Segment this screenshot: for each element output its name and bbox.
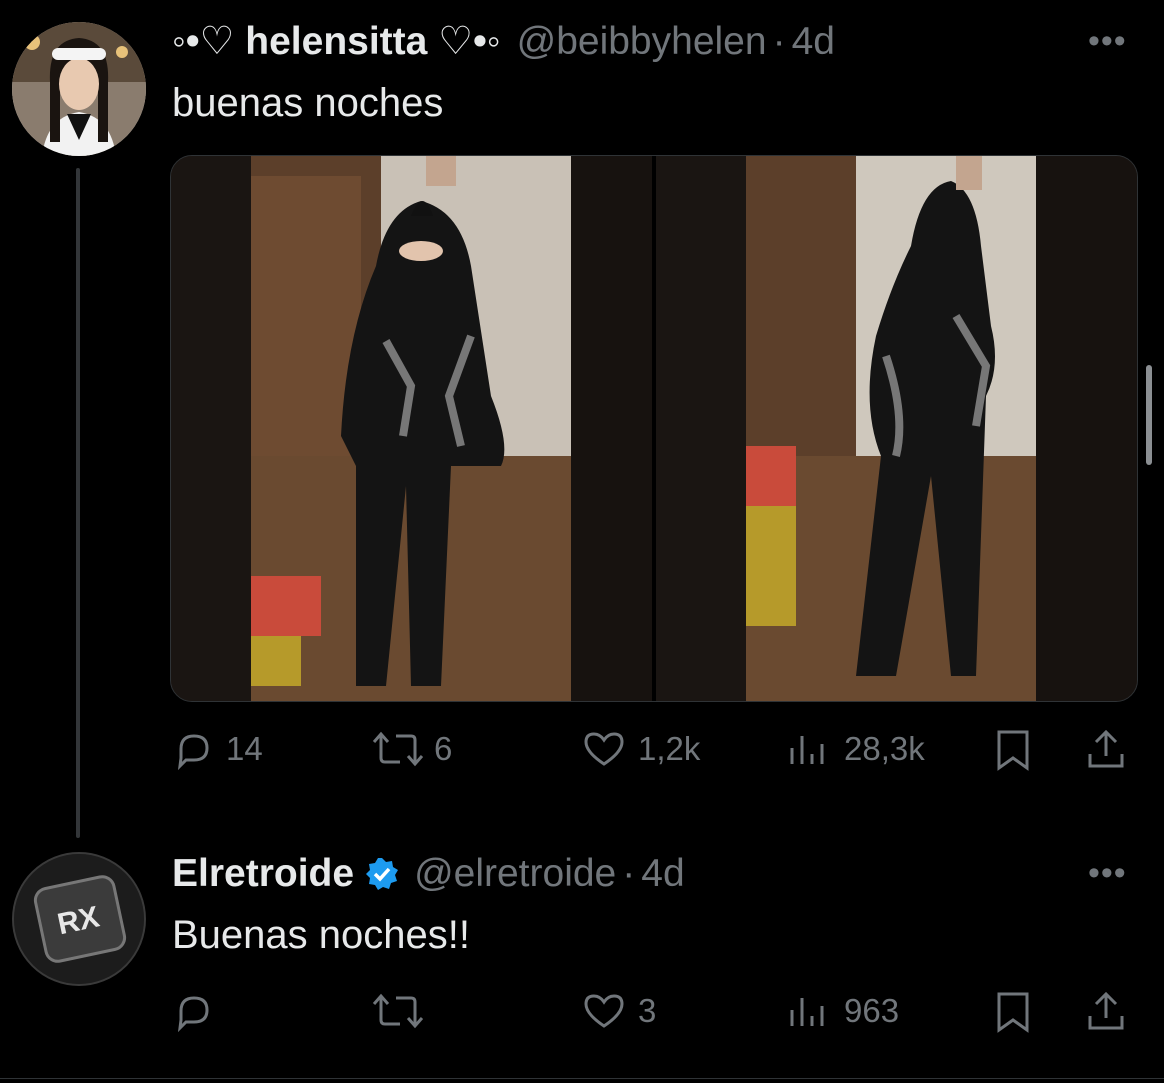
user-handle[interactable]: @beibbyhelen: [517, 20, 767, 64]
views-icon: [790, 736, 824, 764]
tweet-header: Elretroide @elretroide · 4d: [172, 852, 685, 896]
media-grid[interactable]: [170, 155, 1138, 702]
views-count: 28,3k: [844, 730, 925, 767]
display-name[interactable]: ◦•♡ helensitta ♡•◦: [172, 20, 501, 64]
retweet-button[interactable]: 6: [370, 728, 452, 770]
more-icon[interactable]: •••: [1088, 854, 1127, 893]
share-button[interactable]: [1084, 990, 1128, 1034]
scrollbar[interactable]: [1146, 365, 1152, 465]
separator: ·: [622, 852, 636, 895]
timestamp[interactable]: 4d: [641, 852, 684, 896]
reply-icon: [177, 996, 209, 1032]
like-button[interactable]: 3: [582, 990, 656, 1032]
separator: ·: [772, 20, 786, 63]
share-icon: [1088, 991, 1124, 1030]
reply-count: 14: [226, 730, 263, 767]
views-icon: [790, 998, 824, 1026]
retweet-icon: [372, 731, 424, 767]
timestamp[interactable]: 4d: [792, 20, 835, 64]
thread-connector-line: [76, 168, 80, 838]
bookmark-icon: [997, 992, 1029, 1033]
bookmark-icon: [997, 730, 1029, 771]
user-handle[interactable]: @elretroide: [414, 852, 616, 896]
avatar-photo: [12, 22, 146, 156]
verified-badge-icon: [366, 858, 399, 890]
like-count: 1,2k: [638, 730, 701, 767]
retweet-icon: [372, 993, 424, 1029]
bookmark-button[interactable]: [995, 990, 1031, 1034]
views-count: 963: [844, 992, 900, 1029]
share-button[interactable]: [1084, 728, 1128, 772]
avatar[interactable]: RX: [12, 852, 146, 986]
display-name[interactable]: Elretroide: [172, 852, 354, 896]
tweet-text: buenas noches: [172, 81, 444, 125]
share-icon: [1088, 729, 1124, 768]
media-photo-1[interactable]: [171, 156, 652, 701]
tweet-header: ◦•♡ helensitta ♡•◦ @beibbyhelen · 4d: [172, 20, 835, 64]
more-icon[interactable]: •••: [1088, 22, 1127, 61]
divider: [0, 1078, 1164, 1079]
like-count: 3: [638, 992, 657, 1029]
views-button[interactable]: 28,3k: [788, 728, 925, 770]
reply-icon: [177, 734, 209, 770]
tweet-text: Buenas noches!!: [172, 913, 470, 957]
reply-button[interactable]: [172, 990, 226, 1032]
reply-button[interactable]: 14: [172, 728, 263, 770]
retweet-button[interactable]: [370, 990, 434, 1032]
like-icon: [584, 994, 624, 1028]
like-icon: [584, 732, 624, 766]
views-button[interactable]: 963: [788, 990, 899, 1032]
bookmark-button[interactable]: [995, 728, 1031, 772]
like-button[interactable]: 1,2k: [582, 728, 700, 770]
retweet-count: 6: [434, 730, 453, 767]
avatar[interactable]: [12, 22, 146, 156]
media-photo-2[interactable]: [656, 156, 1137, 701]
avatar-logo: RX: [14, 854, 144, 984]
